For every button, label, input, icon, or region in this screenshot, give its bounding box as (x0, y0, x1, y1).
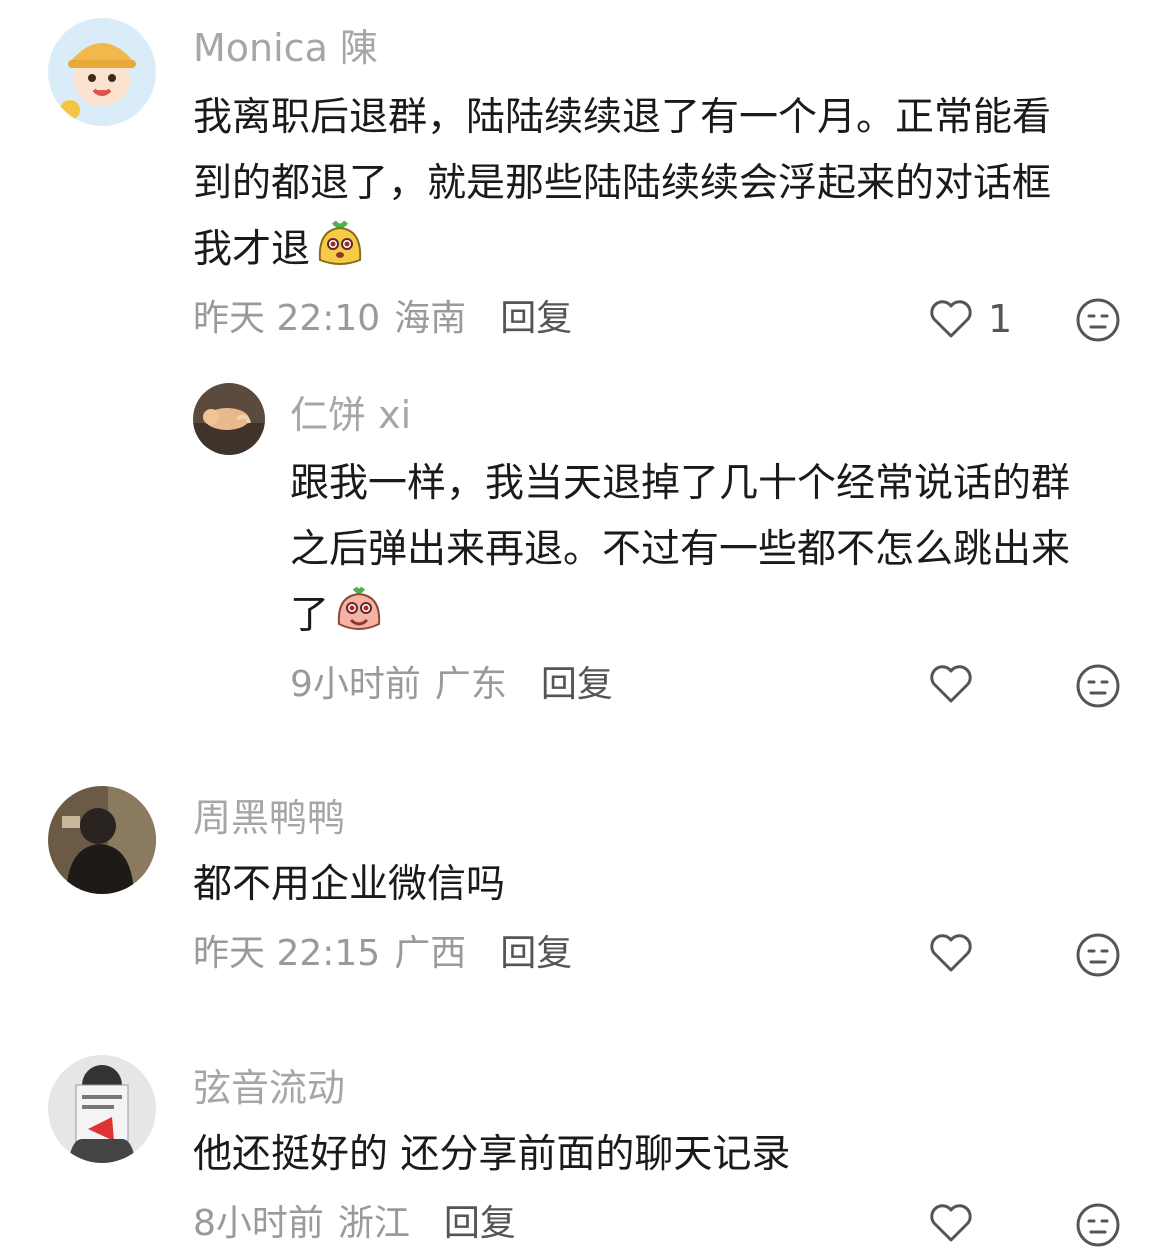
like-button[interactable] (928, 1202, 974, 1244)
comment-meta: 8小时前 浙江 回复 (193, 1202, 516, 1246)
heart-icon (930, 1204, 972, 1242)
emoji-reaction-button[interactable] (1075, 932, 1121, 978)
comment-line: 我离职后退群，陆陆续续退了有一个月。正常能看 (193, 95, 1052, 140)
comment-location: 广西 (394, 933, 467, 974)
comment-text: 我离职后退群，陆陆续续退了有一个月。正常能看 到的都退了，就是那些陆陆续续会浮起… (193, 85, 1051, 291)
like-button[interactable]: 1 (928, 297, 1012, 341)
comment-author[interactable]: 周黑鸭鸭 (193, 796, 345, 840)
comment-location: 浙江 (337, 1203, 410, 1244)
comment-text: 他还挺好的 还分享前面的聊天记录 (193, 1122, 790, 1188)
like-button[interactable] (928, 932, 974, 974)
like-count: 1 (988, 297, 1013, 341)
comment-author[interactable]: Monica 陳 (193, 26, 378, 70)
comment-line: 我才退 (193, 217, 1051, 291)
avatar[interactable] (193, 383, 265, 455)
comment-line: 到的都退了，就是那些陆陆续续会浮起来的对话框 (193, 161, 1052, 206)
comment-meta: 昨天 22:15 广西 回复 (193, 932, 572, 976)
avatar[interactable] (48, 18, 156, 126)
heart-icon (930, 934, 972, 972)
face-icon (1076, 933, 1120, 977)
comment-author[interactable]: 仁饼 xi (290, 393, 411, 437)
comment-line: 了 (290, 583, 1070, 657)
comment-meta: 9小时前 广东 回复 (290, 663, 613, 707)
comment-line: 他还挺好的 还分享前面的聊天记录 (193, 1132, 791, 1177)
emoji-reaction-button[interactable] (1075, 663, 1121, 709)
emoji-reaction-button[interactable] (1075, 297, 1121, 343)
face-icon (1076, 298, 1120, 342)
heart-icon (930, 665, 972, 703)
reply-button[interactable]: 回复 (500, 932, 572, 976)
bun-emoji-icon (314, 218, 366, 291)
comment-line: 之后弹出来再退。不过有一些都不怎么跳出来 (290, 527, 1071, 572)
comment-location: 海南 (394, 298, 467, 339)
avatar[interactable] (48, 1055, 156, 1163)
like-button[interactable] (928, 663, 974, 705)
reply-button[interactable]: 回复 (500, 297, 572, 341)
heart-icon (930, 300, 972, 338)
comment-time: 昨天 22:10 (193, 298, 381, 339)
comment-text: 都不用企业微信吗 (193, 852, 505, 918)
comment-line: 都不用企业微信吗 (193, 862, 506, 907)
avatar[interactable] (48, 786, 156, 894)
comment-location: 广东 (434, 664, 507, 705)
comment-time: 9小时前 (290, 664, 421, 705)
reply-button[interactable]: 回复 (444, 1202, 516, 1246)
comment-time: 昨天 22:15 (193, 933, 381, 974)
reply-button[interactable]: 回复 (541, 663, 613, 707)
comment-line: 跟我一样，我当天退掉了几十个经常说话的群 (290, 461, 1071, 506)
comment-meta: 昨天 22:10 海南 回复 (193, 297, 572, 341)
comment-author[interactable]: 弦音流动 (193, 1066, 345, 1110)
peach-emoji-icon (333, 584, 385, 657)
face-icon (1076, 1203, 1120, 1247)
comment-text: 跟我一样，我当天退掉了几十个经常说话的群 之后弹出来再退。不过有一些都不怎么跳出… (290, 451, 1070, 657)
emoji-reaction-button[interactable] (1075, 1202, 1121, 1248)
face-icon (1076, 664, 1120, 708)
comment-time: 8小时前 (193, 1203, 324, 1244)
